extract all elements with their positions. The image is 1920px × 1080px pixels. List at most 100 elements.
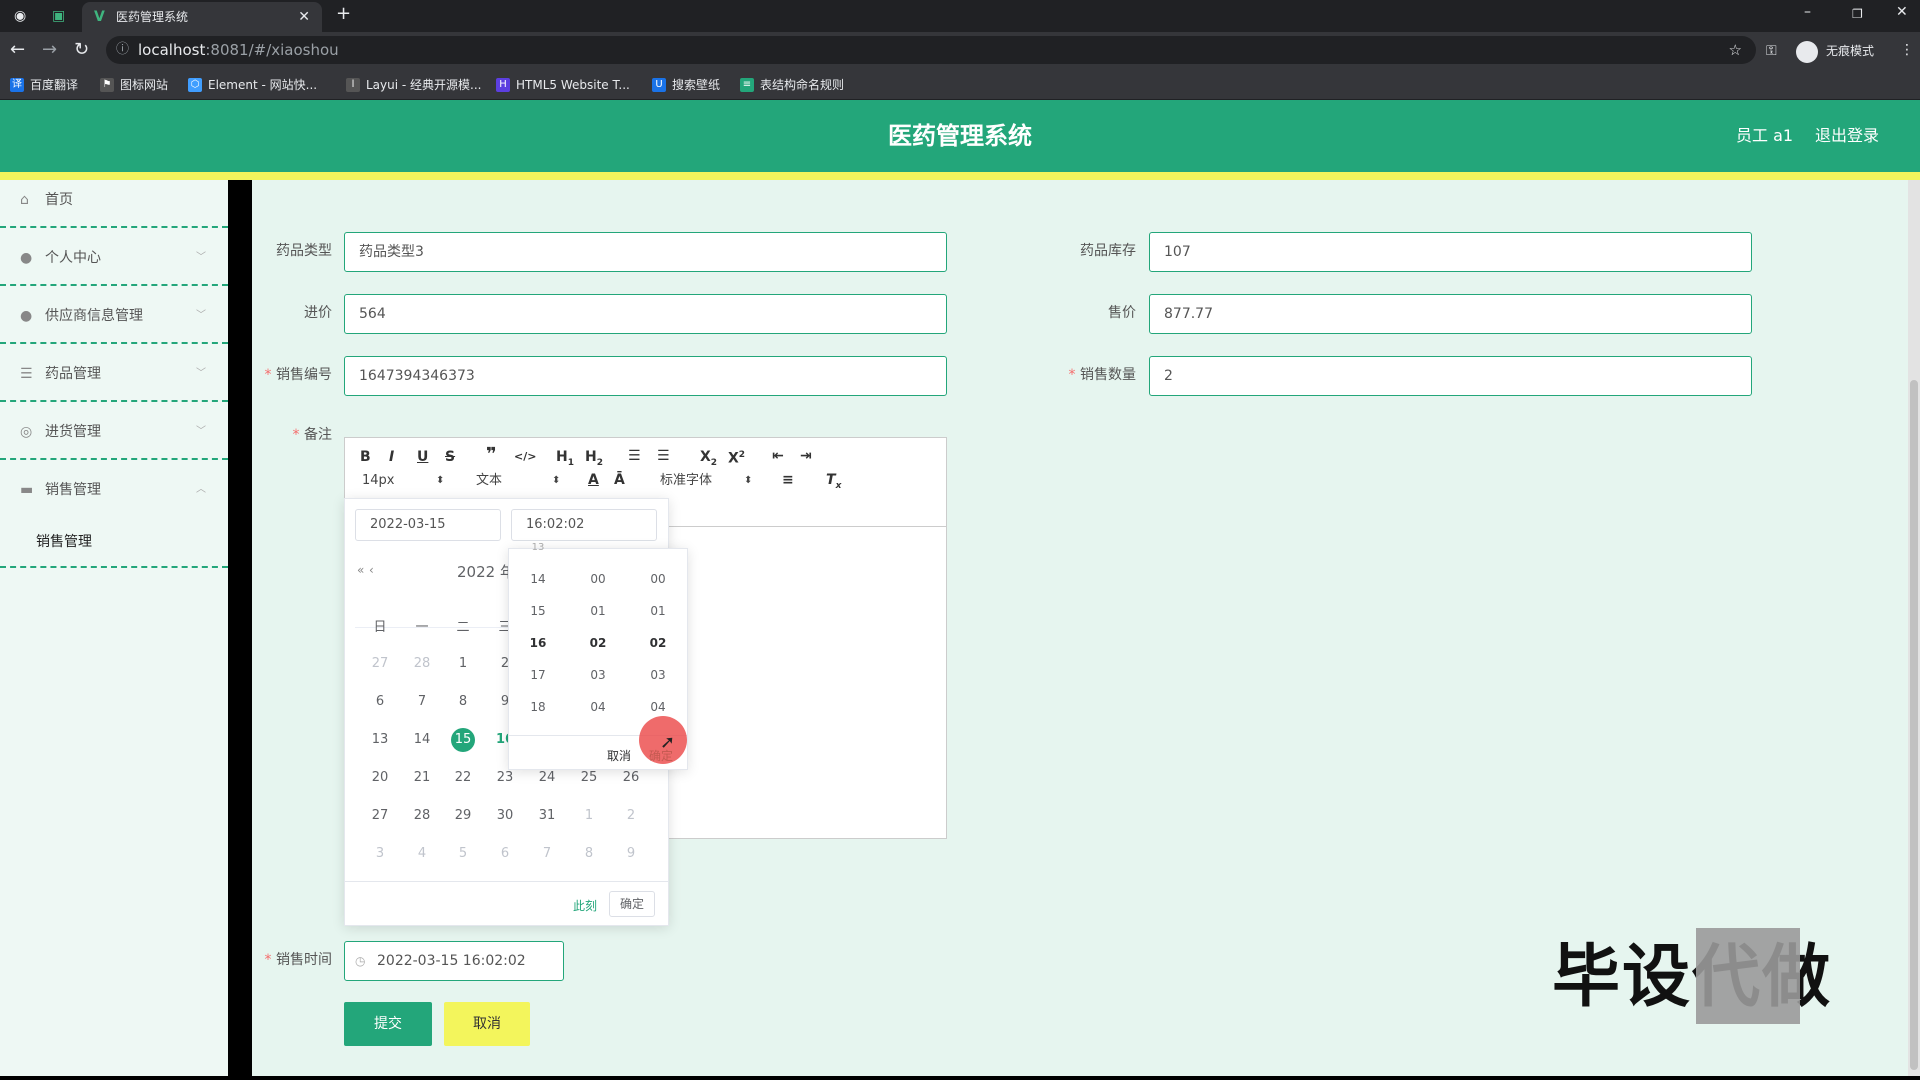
sidebar-item-personal[interactable]: ● 个人中心 ﹀ (0, 230, 228, 286)
hour-option[interactable]: 15 (518, 603, 558, 619)
bookmark-icon-site[interactable]: ⚑ 图标网站 (100, 76, 168, 94)
clear-format-icon[interactable]: Tx (826, 471, 841, 495)
calendar-day[interactable]: 7 (527, 842, 567, 866)
minute-option[interactable]: 00 (578, 571, 618, 587)
second-option[interactable]: 04 (638, 699, 678, 715)
bookmark-html5[interactable]: H HTML5 Website T... (496, 76, 630, 94)
hour-option[interactable]: 13 (518, 540, 558, 556)
minute-option[interactable]: 01 (578, 603, 618, 619)
heading1-icon[interactable]: H1 (556, 448, 574, 472)
calendar-day[interactable]: 13 (360, 728, 400, 752)
calendar-day[interactable]: 28 (402, 804, 442, 828)
date-input[interactable]: 2022-03-15 (355, 509, 501, 541)
second-option[interactable]: 00 (638, 571, 678, 587)
type-input[interactable]: 药品类型3 (344, 232, 947, 272)
align-icon[interactable]: ≡ (782, 471, 794, 489)
font-family-select[interactable]: 标准字体 (660, 472, 712, 490)
calendar-day[interactable]: 22 (443, 766, 483, 790)
calendar-day[interactable]: 6 (485, 842, 525, 866)
calendar-day[interactable]: 27 (360, 804, 400, 828)
minute-option[interactable]: 04 (578, 699, 618, 715)
sidebar-item-purchase[interactable]: ◎ 进货管理 ﹀ (0, 404, 228, 460)
underline-icon[interactable]: U (417, 448, 428, 466)
calendar-day[interactable]: 2 (611, 804, 651, 828)
hour-option-selected[interactable]: 16 (518, 635, 558, 651)
time-input[interactable]: 16:02:02 (511, 509, 657, 541)
second-option[interactable]: 03 (638, 667, 678, 683)
stock-input[interactable]: 107 (1149, 232, 1752, 272)
calendar-day[interactable]: 8 (443, 690, 483, 714)
now-button[interactable]: 此刻 (573, 897, 597, 914)
bookmark-naming[interactable]: ≡ 表结构命名规则 (740, 76, 844, 94)
new-tab-icon[interactable]: + (336, 5, 351, 23)
strike-icon[interactable]: S (445, 448, 455, 466)
code-icon[interactable]: </> (514, 448, 536, 466)
cancel-button[interactable]: 取消 (444, 1002, 530, 1046)
indent-icon[interactable]: ⇥ (800, 447, 812, 465)
prev-month-icon[interactable]: ‹ (369, 563, 374, 577)
cost-input[interactable]: 564 (344, 294, 947, 334)
minute-option[interactable]: 03 (578, 667, 618, 683)
outdent-icon[interactable]: ⇤ (772, 447, 784, 465)
star-icon[interactable]: ☆ (1729, 36, 1742, 64)
calendar-day[interactable]: 1 (569, 804, 609, 828)
submit-button[interactable]: 提交 (344, 1002, 432, 1046)
calendar-day[interactable]: 27 (360, 652, 400, 676)
browser-menu-icon[interactable]: ◉ (14, 8, 26, 24)
calendar-day[interactable]: 6 (360, 690, 400, 714)
calendar-day[interactable]: 8 (569, 842, 609, 866)
logout-link[interactable]: 退出登录 (1815, 100, 1879, 172)
close-window-icon[interactable]: ✕ (1896, 4, 1908, 20)
year-label[interactable]: 2022 年 (457, 561, 515, 582)
ordered-list-icon[interactable]: ☰ (628, 447, 641, 465)
calendar-day[interactable]: 1 (443, 652, 483, 676)
calendar-day[interactable]: 3 (360, 842, 400, 866)
sidebar-item-supplier[interactable]: ● 供应商信息管理 ﹀ (0, 288, 228, 344)
bookmark-element[interactable]: ⬡ Element - 网站快... (188, 76, 317, 94)
profile-label[interactable]: 无痕模式 (1826, 43, 1874, 59)
forward-icon[interactable]: → (42, 41, 57, 59)
hour-option[interactable]: 14 (518, 571, 558, 587)
sales-time-input[interactable]: ◷ 2022-03-15 16:02:02 (344, 941, 564, 981)
bookmark-layui[interactable]: l Layui - 经典开源模... (346, 76, 481, 94)
calendar-day[interactable]: 31 (527, 804, 567, 828)
calendar-day[interactable]: 4 (402, 842, 442, 866)
bookmark-baidu-translate[interactable]: 译百度翻译 (10, 76, 78, 94)
font-color-icon[interactable]: A (588, 471, 599, 489)
minimize-icon[interactable]: – (1804, 4, 1811, 20)
superscript-icon[interactable]: X2 (728, 446, 745, 468)
minute-option-selected[interactable]: 02 (578, 635, 618, 651)
hour-option[interactable]: 18 (518, 699, 558, 715)
italic-icon[interactable]: I (389, 448, 394, 466)
hour-option[interactable]: 17 (518, 667, 558, 683)
calendar-day[interactable]: 21 (402, 766, 442, 790)
sidebar-item-sales[interactable]: ▬ 销售管理 ︿ (0, 462, 228, 518)
sidebar-item-home[interactable]: ⌂ 首页 (0, 172, 228, 228)
close-tab-icon[interactable]: ✕ (298, 2, 310, 32)
calendar-day[interactable]: 29 (443, 804, 483, 828)
block-type-select[interactable]: 文本 (476, 472, 502, 490)
back-icon[interactable]: ← (10, 41, 25, 59)
time-cancel-button[interactable]: 取消 (607, 747, 631, 764)
scrollbar-thumb[interactable] (1910, 380, 1918, 1070)
bullet-list-icon[interactable]: ☰ (657, 447, 670, 465)
restore-icon[interactable]: ❐ (1852, 6, 1863, 22)
bold-icon[interactable]: B (360, 448, 371, 466)
calendar-day[interactable]: 28 (402, 652, 442, 676)
calendar-day[interactable]: 7 (402, 690, 442, 714)
second-option-selected[interactable]: 02 (638, 635, 678, 651)
calendar-day-selected[interactable]: 15 (443, 728, 483, 752)
calendar-day[interactable]: 9 (611, 842, 651, 866)
more-menu-icon[interactable]: ⋮ (1900, 42, 1914, 58)
url-input[interactable]: ⓘ localhost:8081/#/xiaoshou ☆ (106, 36, 1756, 64)
sidebar-item-medicine[interactable]: ☰ 药品管理 ﹀ (0, 346, 228, 402)
browser-tab[interactable]: V 医药管理系统 ✕ (82, 2, 322, 32)
reload-icon[interactable]: ↻ (74, 41, 89, 59)
background-color-icon[interactable]: Ā (614, 471, 625, 489)
qty-input[interactable]: 2 (1149, 356, 1752, 396)
quote-icon[interactable]: ❞ (486, 446, 497, 464)
key-icon[interactable]: ⚿ (1766, 43, 1777, 59)
heading2-icon[interactable]: H2 (585, 448, 603, 472)
date-confirm-button[interactable]: 确定 (609, 891, 655, 917)
sale-no-input[interactable]: 1647394346373 (344, 356, 947, 396)
